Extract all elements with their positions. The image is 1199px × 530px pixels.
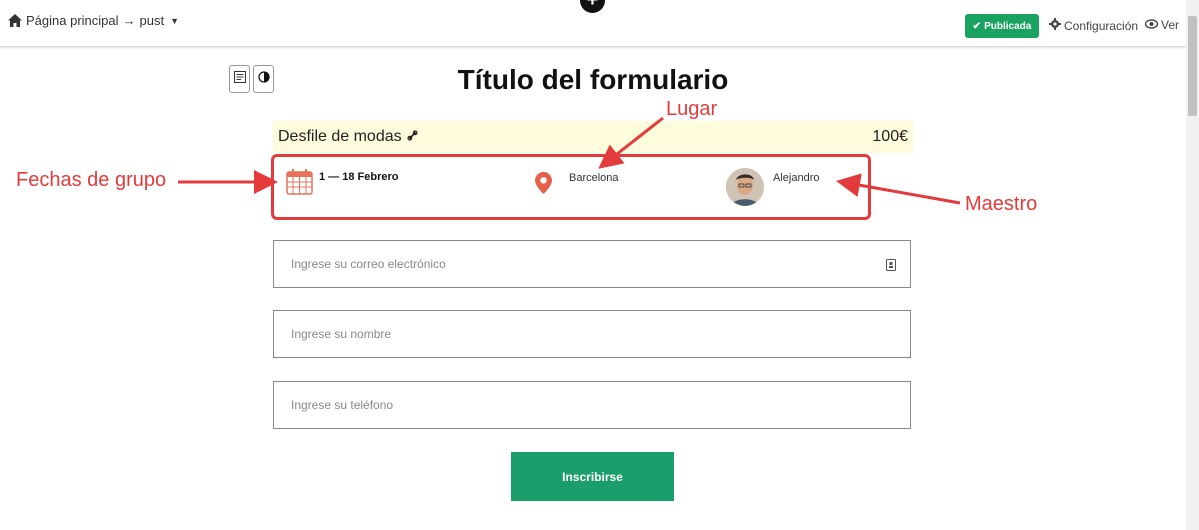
scrollbar[interactable]: [1186, 0, 1199, 530]
annotation-teacher: Maestro: [965, 193, 1038, 215]
name-field[interactable]: [274, 311, 910, 357]
email-field-wrapper: [273, 240, 911, 288]
scrollbar-thumb[interactable]: [1188, 16, 1197, 116]
name-field-wrapper: [273, 310, 911, 358]
phone-field[interactable]: [274, 382, 910, 428]
annotation-place: Lugar: [666, 98, 718, 120]
email-field[interactable]: [274, 241, 910, 287]
contact-card-icon: [886, 258, 896, 276]
annotation-dates: Fechas de grupo: [16, 169, 167, 191]
submit-button[interactable]: Inscribirse: [511, 452, 674, 501]
arrow-place: [598, 116, 664, 169]
arrow-teacher: [836, 173, 961, 205]
phone-field-wrapper: [273, 381, 911, 429]
